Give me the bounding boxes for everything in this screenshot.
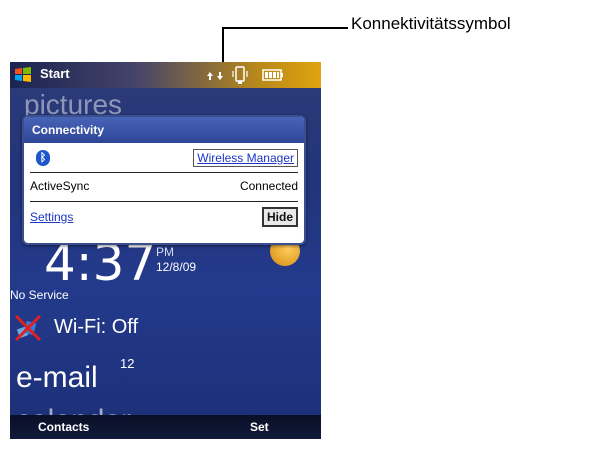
softkey-bar: Contacts Set bbox=[10, 415, 321, 439]
popup-footer-row: Settings Hide bbox=[30, 205, 298, 229]
connectivity-icon[interactable] bbox=[206, 71, 226, 81]
bluetooth-row: ᛒ Wireless Manager bbox=[30, 146, 298, 170]
start-label[interactable]: Start bbox=[40, 66, 70, 81]
softkey-set[interactable]: Set bbox=[250, 420, 269, 434]
settings-link[interactable]: Settings bbox=[30, 210, 73, 224]
email-count: 12 bbox=[120, 356, 135, 371]
email-tile[interactable]: e-mail bbox=[16, 361, 98, 395]
phone-vibrate-icon bbox=[232, 66, 248, 84]
connectivity-popup: Connectivity ᛒ Wireless Manager ActiveSy… bbox=[22, 115, 306, 245]
wireless-manager-link[interactable]: Wireless Manager bbox=[193, 149, 298, 167]
callout-label: Konnektivitätssymbol bbox=[351, 14, 511, 33]
callout-line-vertical bbox=[222, 27, 224, 62]
softkey-contacts[interactable]: Contacts bbox=[38, 420, 89, 434]
bluetooth-icon[interactable]: ᛒ bbox=[36, 150, 50, 166]
popup-title: Connectivity bbox=[24, 117, 304, 143]
wifi-off-icon bbox=[14, 314, 42, 342]
clock-date: 12/8/09 bbox=[156, 260, 197, 274]
popup-divider bbox=[30, 201, 298, 202]
popup-divider bbox=[30, 172, 298, 173]
callout-line-horizontal bbox=[222, 27, 348, 29]
clock-ampm: PM bbox=[156, 245, 174, 259]
clock-time: 4:37 bbox=[44, 234, 157, 292]
hide-button[interactable]: Hide bbox=[261, 207, 298, 227]
activesync-status: Connected bbox=[239, 179, 298, 193]
start-flag-icon[interactable] bbox=[13, 65, 33, 85]
top-bar: Start bbox=[10, 62, 321, 88]
service-status: No Service bbox=[10, 288, 69, 302]
activesync-row: ActiveSync Connected bbox=[30, 174, 298, 198]
activesync-label: ActiveSync bbox=[30, 179, 90, 193]
battery-icon bbox=[262, 69, 283, 81]
wifi-label: Wi-Fi: Off bbox=[54, 316, 139, 338]
